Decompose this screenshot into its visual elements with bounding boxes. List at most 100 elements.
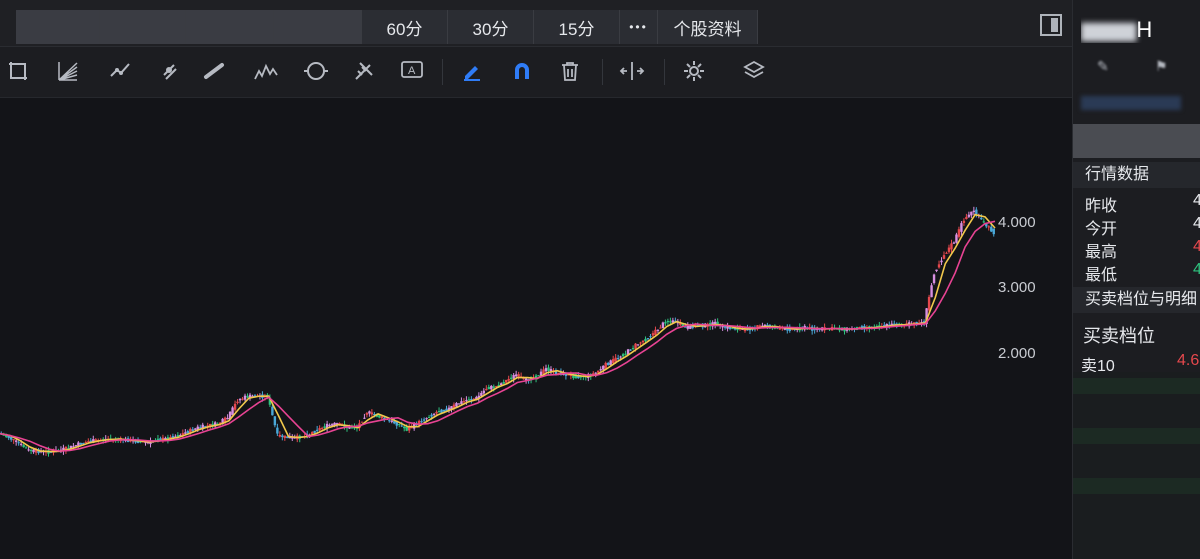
candle-body	[950, 243, 953, 250]
split-icon[interactable]	[618, 59, 646, 85]
text-annotate-icon[interactable]: A	[398, 59, 426, 85]
candle-body	[410, 427, 413, 429]
candle-body	[514, 374, 518, 377]
kline-chart[interactable]: 4.000 3.000 2.000	[0, 98, 1072, 559]
period-tab-1[interactable]	[16, 10, 100, 44]
candle-body	[79, 443, 83, 445]
candle-body	[957, 229, 961, 237]
orderbook-row	[1073, 428, 1200, 444]
candle-body	[990, 226, 993, 232]
candle-body	[517, 374, 520, 377]
candle-body	[455, 403, 458, 407]
rect-select-icon[interactable]	[4, 59, 32, 85]
candle-body	[649, 336, 652, 338]
fib-icon[interactable]	[350, 59, 378, 85]
candle-body	[487, 387, 490, 390]
magnet-icon[interactable]	[508, 59, 536, 85]
candle-body	[992, 228, 995, 235]
candle-body	[430, 414, 433, 417]
tab-60min[interactable]: 60分	[362, 10, 448, 44]
wave-icon[interactable]	[252, 59, 280, 85]
candle-body	[425, 418, 428, 420]
candle-body	[606, 362, 610, 366]
panel-toggle-icon[interactable]	[1040, 14, 1062, 36]
tab-15min[interactable]: 15分	[534, 10, 620, 44]
candle-body	[226, 417, 229, 420]
stock-name: ▇▇▇▇H	[1081, 17, 1153, 42]
candle-body	[74, 445, 78, 447]
panel-tool-2-icon[interactable]: ⚑	[1155, 58, 1168, 75]
trend-line-icon[interactable]	[106, 59, 134, 85]
chart-canvas[interactable]: 4.000 3.000 2.000	[0, 98, 1072, 559]
candle-body	[597, 370, 600, 373]
candle-body	[243, 395, 247, 400]
candle-body	[420, 421, 423, 423]
candle-body	[940, 260, 943, 263]
fan-icon[interactable]	[54, 59, 82, 85]
period-tab-2[interactable]	[100, 10, 186, 44]
candle-body	[470, 398, 473, 400]
candle-body	[467, 399, 471, 401]
period-tab-4[interactable]	[274, 10, 362, 44]
candle-body	[656, 329, 660, 331]
candle-body	[281, 435, 284, 438]
candle-body	[19, 443, 23, 445]
more-periods-button[interactable]: •••	[620, 10, 658, 44]
candle-body	[646, 338, 650, 340]
candle-body	[927, 296, 931, 311]
candle-body	[318, 428, 321, 431]
candle-body	[654, 329, 657, 335]
candle-body	[970, 211, 973, 216]
pen-icon[interactable]	[458, 59, 486, 85]
candle-body	[932, 274, 936, 284]
layers-icon[interactable]	[740, 59, 768, 85]
orderbook-list	[1073, 372, 1200, 559]
candle-body	[14, 440, 18, 442]
candle-body	[12, 439, 15, 441]
tab-30min[interactable]: 30分	[448, 10, 534, 44]
candle-body	[422, 419, 426, 421]
candle-body	[370, 412, 374, 415]
candle-body	[594, 372, 597, 374]
candle-body	[360, 421, 364, 423]
candle-body	[400, 425, 403, 427]
candle-body	[492, 386, 495, 388]
candle-body	[542, 369, 545, 374]
quote-section-title: 行情数据	[1073, 162, 1200, 188]
panel-tool-1-icon[interactable]: ✎	[1097, 58, 1109, 75]
candle-body	[405, 426, 408, 431]
candle-body	[236, 401, 239, 404]
candle-body	[283, 435, 287, 438]
candle-body	[502, 381, 505, 384]
cycle-icon[interactable]	[302, 59, 330, 85]
candle-body	[599, 369, 602, 371]
candle-body	[987, 226, 990, 228]
candle-body	[22, 444, 25, 448]
candle-body	[186, 431, 190, 434]
candle-body	[636, 344, 640, 346]
candle-body	[246, 396, 249, 398]
candle-body	[233, 403, 237, 410]
candle-body	[432, 413, 436, 415]
candle-body	[512, 375, 515, 379]
candle-body	[980, 217, 983, 220]
candle-body	[955, 234, 958, 243]
candle-body	[935, 269, 938, 272]
candle-body	[390, 420, 393, 422]
candle-body	[462, 401, 466, 403]
candle-body	[465, 400, 468, 402]
candle-body	[323, 426, 326, 429]
candle-body	[547, 367, 550, 371]
candle-body	[194, 428, 197, 430]
candle-body	[962, 220, 966, 224]
channel-icon[interactable]	[156, 59, 184, 85]
candle-body	[84, 442, 88, 444]
period-tab-3[interactable]	[186, 10, 274, 44]
gear-icon[interactable]	[680, 59, 708, 85]
quote-value-open: 4	[1193, 215, 1200, 232]
orderbook-section-title[interactable]: 买卖档位与明细	[1073, 287, 1200, 313]
blurred-price-block	[1073, 124, 1200, 158]
tab-stock-profile[interactable]: 个股资料	[658, 10, 758, 44]
trash-icon[interactable]	[556, 59, 584, 85]
ray-icon[interactable]	[200, 59, 228, 85]
